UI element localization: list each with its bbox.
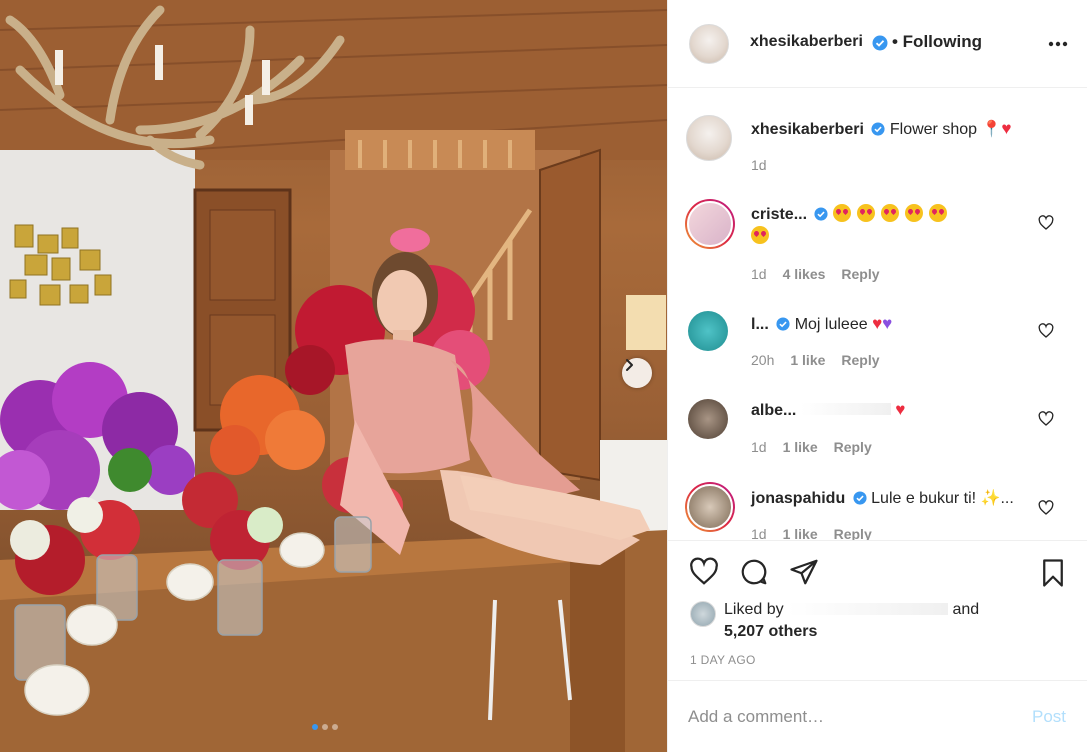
caption-row: xhesikaberberi Flower shop 📍♥ 1d xyxy=(668,89,1087,189)
comment-row: jonaspahidu Lule e bukur ti! ✨... 1d 1 l… xyxy=(668,474,1087,540)
comment-likes[interactable]: 1 like xyxy=(783,526,818,540)
pin-emoji-icon: 📍 xyxy=(981,121,1002,138)
red-heart-emoji-icon: ♥ xyxy=(872,314,883,333)
post-timestamp[interactable]: 1 DAY AGO xyxy=(690,653,756,667)
following-button[interactable]: • Following xyxy=(892,32,982,52)
verified-badge-icon xyxy=(872,35,888,51)
caption-time: 1d xyxy=(751,157,767,173)
comment-text: jonaspahidu Lule e bukur ti! ✨... xyxy=(751,488,1014,510)
chevron-right-icon xyxy=(626,359,633,371)
purple-heart-emoji-icon: ♥ xyxy=(882,314,893,333)
author-avatar[interactable] xyxy=(686,115,732,161)
comment-row: albe... ♥ 1d 1 like Reply xyxy=(668,379,1087,465)
heart-icon[interactable] xyxy=(1038,411,1054,427)
comment-text: albe... ♥ xyxy=(751,399,905,422)
comment-text: criste... xyxy=(751,204,1021,248)
liked-by-summary: Liked by and 5,207 others xyxy=(724,599,979,643)
comment-button[interactable] xyxy=(738,557,770,587)
comment-row: criste... 1d 4 likes Reply xyxy=(668,189,1087,282)
heart-eyes-emoji-icon xyxy=(832,204,851,222)
commenter-avatar[interactable] xyxy=(685,199,735,249)
post-actions: Liked by and 5,207 others 1 DAY AGO xyxy=(668,540,1087,680)
post-comment-button[interactable]: Post xyxy=(1032,707,1066,727)
heart-eyes-emoji-icon xyxy=(856,204,875,222)
more-options-button[interactable] xyxy=(1046,32,1070,56)
bookmark-button[interactable] xyxy=(1038,557,1068,589)
liked-by-suffix: and xyxy=(952,601,980,618)
share-button[interactable] xyxy=(788,557,820,587)
comment-likes[interactable]: 1 like xyxy=(790,352,825,368)
ellipsis-text: ... xyxy=(1000,490,1014,507)
comment-username[interactable]: criste... xyxy=(751,206,807,223)
post-sidebar: xhesikaberberi • Following xhesikaberber… xyxy=(667,0,1087,752)
caption-text: xhesikaberberi Flower shop 📍♥ xyxy=(751,118,1011,141)
redacted-text xyxy=(800,403,891,415)
sparkle-emoji-icon: ✨ xyxy=(980,490,1001,507)
comment-time: 1d xyxy=(751,266,767,282)
heart-eyes-emoji-icon xyxy=(751,226,769,244)
comment-time: 20h xyxy=(751,352,775,368)
comment-body: Lule e bukur ti! xyxy=(871,490,977,507)
commenter-avatar[interactable] xyxy=(688,399,728,439)
carousel-dot xyxy=(332,724,338,730)
comment-time: 1d xyxy=(751,439,767,455)
heart-eyes-emoji-icon xyxy=(928,204,947,222)
carousel-next-button[interactable] xyxy=(622,358,652,388)
heart-icon[interactable] xyxy=(1038,215,1054,231)
heart-eyes-emoji-icon xyxy=(904,204,923,222)
verified-badge-icon xyxy=(776,317,790,331)
comment-time: 1d xyxy=(751,526,767,540)
comment-body: Moj luleee xyxy=(794,316,868,333)
comment-username[interactable]: l... xyxy=(751,316,769,333)
comment-meta: 1d 1 like Reply xyxy=(751,526,872,540)
commenter-avatar[interactable] xyxy=(688,311,728,351)
comment-meta: 1d 1 like Reply xyxy=(751,439,872,455)
comment-meta: 1d 4 likes Reply xyxy=(751,266,880,282)
caption-body: Flower shop xyxy=(889,121,978,138)
carousel-dot-active xyxy=(312,724,318,730)
reply-button[interactable]: Reply xyxy=(841,266,879,282)
like-button[interactable] xyxy=(688,557,720,587)
add-comment-bar: Post xyxy=(668,680,1087,752)
comment-likes[interactable]: 4 likes xyxy=(783,266,826,282)
liked-by-others[interactable]: 5,207 others xyxy=(724,623,817,640)
heart-icon[interactable] xyxy=(1038,323,1054,339)
comment-row: l... Moj luleee ♥♥ 20h 1 like Reply xyxy=(668,289,1087,375)
author-username[interactable]: xhesikaberberi xyxy=(750,33,863,51)
comment-username[interactable]: jonaspahidu xyxy=(751,490,845,507)
caption-username[interactable]: xhesikaberberi xyxy=(751,121,864,138)
comment-likes[interactable]: 1 like xyxy=(783,439,818,455)
more-icon xyxy=(1048,41,1068,47)
heart-icon[interactable] xyxy=(1038,500,1054,516)
verified-badge-icon xyxy=(814,207,829,221)
comment-text: l... Moj luleee ♥♥ xyxy=(751,313,892,336)
reply-button[interactable]: Reply xyxy=(834,526,872,540)
red-heart-emoji-icon: ♥ xyxy=(895,400,906,419)
liker-avatar[interactable] xyxy=(690,601,716,627)
reply-button[interactable]: Reply xyxy=(834,439,872,455)
post-photo[interactable] xyxy=(0,0,667,752)
liked-by-prefix: Liked by xyxy=(724,601,784,618)
reply-button[interactable]: Reply xyxy=(841,352,879,368)
comment-input[interactable] xyxy=(688,703,1008,731)
post-photo-illustration xyxy=(0,0,667,752)
commenter-avatar[interactable] xyxy=(685,482,735,532)
post-header: xhesikaberberi • Following xyxy=(668,0,1087,88)
carousel-dots xyxy=(312,724,338,730)
caption-meta: 1d xyxy=(751,157,767,173)
heart-eyes-emoji-icon xyxy=(880,204,899,222)
comments-list[interactable]: xhesikaberberi Flower shop 📍♥ 1d criste.… xyxy=(668,89,1087,540)
comment-meta: 20h 1 like Reply xyxy=(751,352,880,368)
red-heart-emoji-icon: ♥ xyxy=(1001,119,1012,138)
author-avatar[interactable] xyxy=(689,24,729,64)
carousel-dot xyxy=(322,724,328,730)
verified-badge-icon xyxy=(871,122,885,136)
verified-badge-icon xyxy=(853,491,867,505)
comment-username[interactable]: albe... xyxy=(751,402,796,419)
redacted-liker-name[interactable] xyxy=(788,603,949,615)
